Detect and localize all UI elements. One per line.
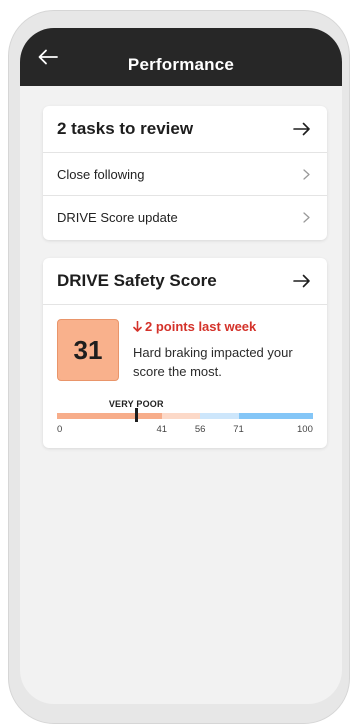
score-value: 31	[57, 319, 119, 381]
page-title: Performance	[127, 55, 235, 74]
app-screen: Performance 2 tasks to review Close foll…	[20, 28, 342, 704]
safety-score-body: 31 2 points last week Hard braking impac…	[43, 305, 327, 447]
scale-segment	[200, 413, 239, 419]
task-item-label: Close following	[57, 166, 145, 182]
tasks-card: 2 tasks to review Close following DRIVE …	[43, 106, 327, 240]
scale-segment	[57, 413, 162, 419]
score-change-text: 2 points last week	[145, 319, 257, 334]
task-item-label: DRIVE Score update	[57, 210, 178, 225]
safety-card-title: DRIVE Safety Score	[57, 271, 217, 290]
score-marker	[134, 408, 138, 422]
scale-tick: 100	[297, 424, 313, 435]
tasks-card-title: 2 tasks to review	[57, 119, 194, 138]
score-change: 2 points last week	[133, 319, 256, 334]
tasks-card-header[interactable]: 2 tasks to review	[43, 106, 327, 153]
arrow-right-icon	[293, 273, 313, 289]
scale-tick: 56	[194, 424, 206, 435]
arrow-down-icon	[133, 321, 142, 332]
arrow-right-icon	[293, 121, 313, 137]
app-header: Performance	[20, 28, 342, 86]
scale-segment	[161, 413, 201, 419]
chevron-right-icon	[303, 212, 313, 224]
task-item-close-following[interactable]: Close following	[43, 153, 327, 196]
safety-card-header[interactable]: DRIVE Safety Score	[43, 258, 327, 305]
score-description: Hard braking impacted your score the mos…	[133, 345, 293, 379]
score-scale-bar	[57, 413, 313, 419]
chevron-right-icon	[303, 168, 313, 180]
scale-tick: 41	[156, 424, 168, 435]
scale-segment	[238, 413, 313, 419]
safety-score-card: DRIVE Safety Score 31 2 points last week…	[43, 258, 327, 448]
task-item-drive-score-update[interactable]: DRIVE Score update	[43, 196, 327, 239]
scale-tick: 71	[233, 424, 244, 435]
scale-tick: 0	[57, 424, 63, 435]
